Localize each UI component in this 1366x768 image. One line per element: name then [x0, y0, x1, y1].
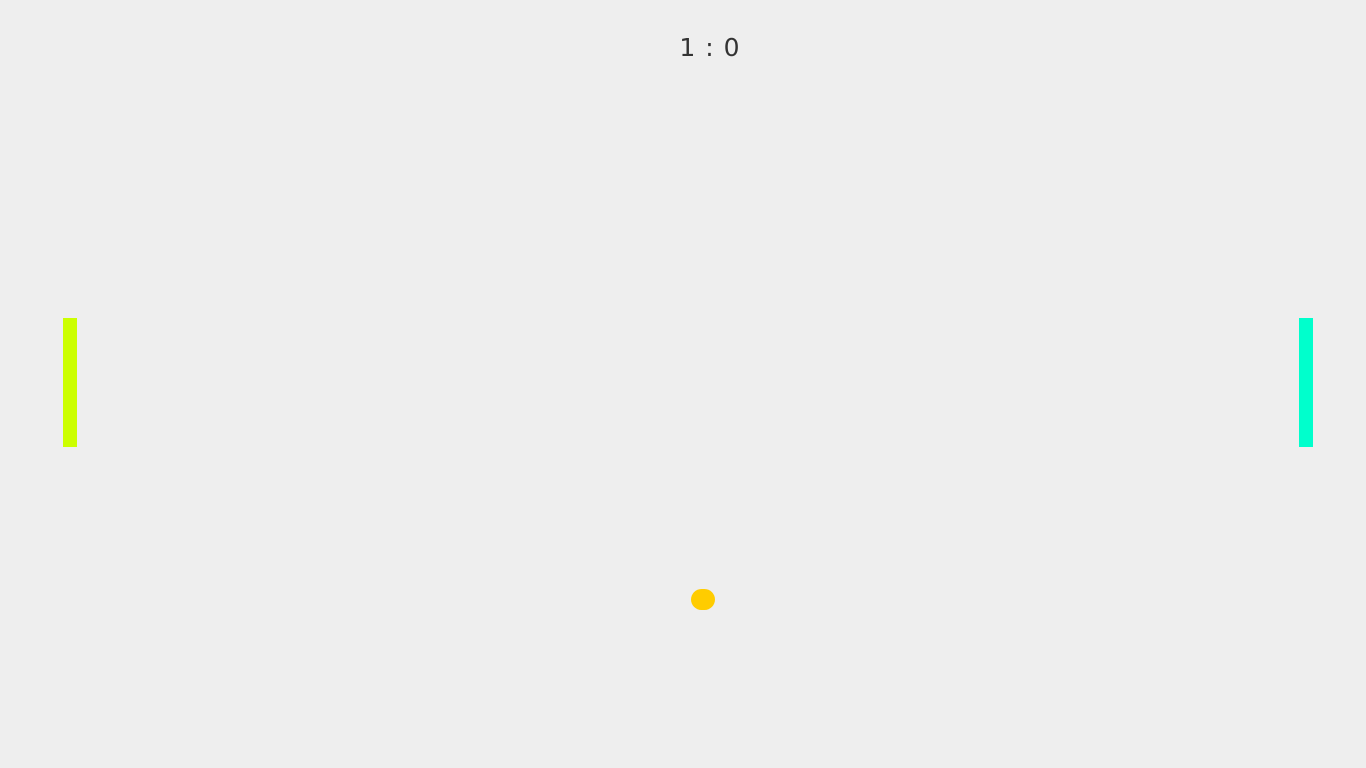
ball: [691, 589, 715, 610]
left-paddle[interactable]: [63, 318, 77, 447]
game-field[interactable]: 1 : 0: [0, 0, 1366, 768]
score-display: 1 : 0: [679, 33, 740, 62]
score-right: 0: [723, 33, 741, 62]
score-left: 1: [679, 33, 697, 62]
score-separator: :: [705, 33, 715, 62]
right-paddle[interactable]: [1299, 318, 1313, 447]
scoreboard: 1 : 0: [0, 33, 1366, 62]
